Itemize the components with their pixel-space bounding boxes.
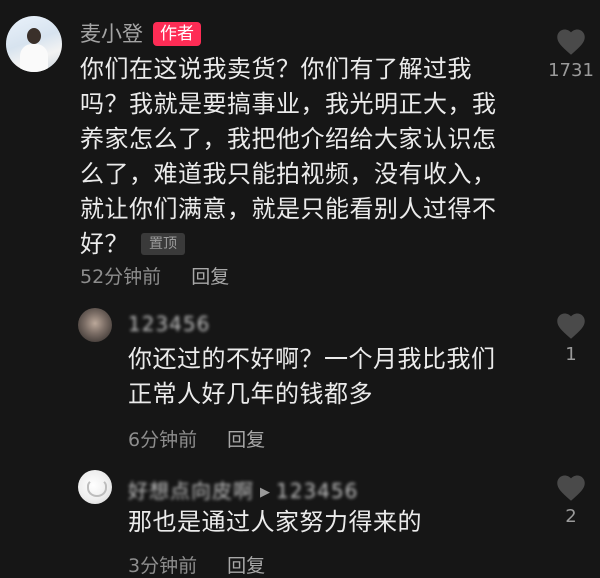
reply-time: 3分钟前 — [128, 555, 198, 577]
reply-to-arrow-icon: ▶ — [260, 485, 270, 500]
reply-button[interactable]: 回复 — [191, 266, 229, 288]
reply-meta: 6分钟前 回复 — [128, 425, 265, 452]
comment-line: 你们在这说我卖货？你们有了解过我 — [80, 55, 472, 83]
comment-meta: 52分钟前 回复 — [80, 262, 229, 289]
comment-time: 52分钟前 — [80, 266, 162, 288]
username-text[interactable]: 123456 — [128, 312, 210, 336]
comment-line: 吗？我就是要搞事业，我光明正大，我 — [80, 90, 497, 118]
comment-line: 么了，难道我只能拍视频，没有收入， — [80, 160, 497, 188]
like-button[interactable]: 2 — [541, 474, 600, 527]
reply-line: 正常人好几年的钱都多 — [128, 380, 373, 408]
like-count: 1731 — [548, 60, 594, 81]
like-count: 2 — [565, 506, 577, 527]
comment-username[interactable]: 麦小登 作者 — [80, 18, 201, 48]
comment-line: 就让你们满意，就是只能看别人过得不 — [80, 195, 497, 223]
pinned-badge: 置顶 — [141, 233, 185, 255]
username-text[interactable]: 麦小登 — [80, 22, 143, 46]
like-button[interactable]: 1 — [541, 312, 600, 365]
reply-line: 那也是通过人家努力得来的 — [128, 508, 422, 536]
comment-line: 养家怎么了，我把他介绍给大家认识怎 — [80, 125, 497, 153]
reply-text: 那也是通过人家努力得来的 — [128, 505, 538, 540]
reply-time: 6分钟前 — [128, 429, 198, 451]
like-button[interactable]: 1731 — [541, 28, 600, 81]
reply-button[interactable]: 回复 — [227, 555, 265, 577]
heart-icon[interactable] — [556, 474, 586, 502]
reply-avatar[interactable] — [78, 308, 112, 342]
heart-icon[interactable] — [556, 28, 586, 56]
avatar-head — [27, 28, 41, 44]
reply-username[interactable]: 123456 — [128, 312, 210, 336]
avatar-drawing — [87, 479, 107, 497]
reply-meta: 3分钟前 回复 — [128, 551, 265, 578]
reply-line: 你还过的不好啊？一个月我比我们 — [128, 345, 496, 373]
comment-line-text: 好？ — [80, 230, 129, 258]
reply-avatar[interactable] — [78, 470, 112, 504]
heart-icon[interactable] — [556, 312, 586, 340]
avatar-body — [20, 44, 48, 72]
author-badge: 作者 — [153, 22, 201, 46]
comment-line: 好？ 置顶 — [80, 227, 530, 262]
reply-button[interactable]: 回复 — [227, 429, 265, 451]
author-avatar[interactable] — [6, 16, 62, 72]
reply-text: 你还过的不好啊？一个月我比我们 正常人好几年的钱都多 — [128, 342, 538, 412]
like-count: 1 — [565, 344, 577, 365]
reply-to-username[interactable]: 123456 — [276, 479, 358, 503]
comment-text: 你们在这说我卖货？你们有了解过我 吗？我就是要搞事业，我光明正大，我 养家怎么了… — [80, 52, 530, 262]
reply-username[interactable]: 好想点向皮啊 ▶ 123456 — [128, 475, 358, 504]
username-text[interactable]: 好想点向皮啊 — [128, 479, 254, 503]
